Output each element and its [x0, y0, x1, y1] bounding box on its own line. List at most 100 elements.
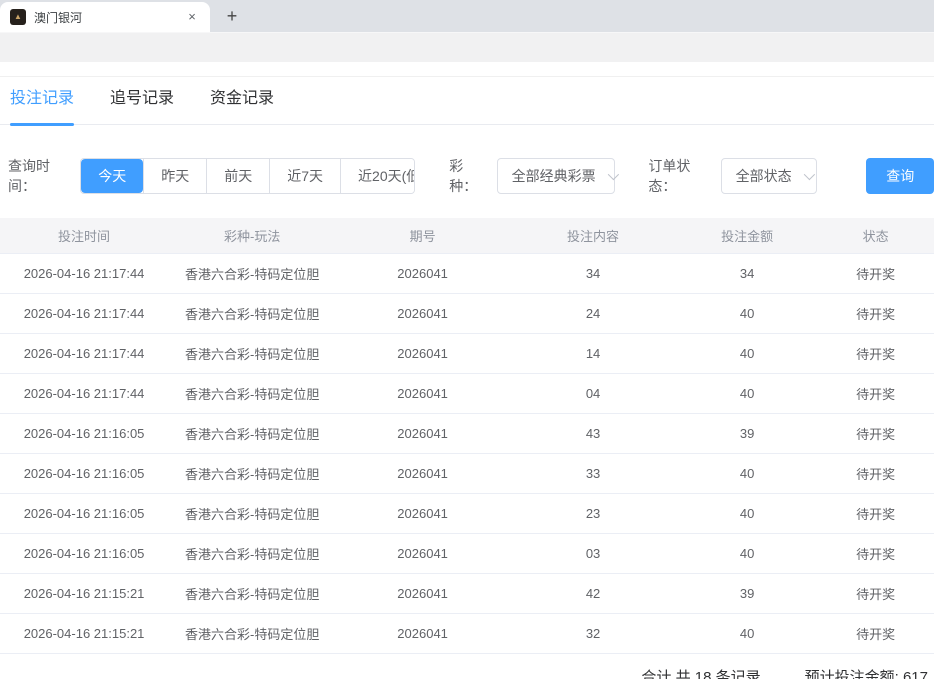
table-cell: 40: [677, 466, 817, 481]
table-cell: 香港六合彩-特码定位胆: [168, 464, 336, 483]
table-footer: 合计 共 18 条记录 预计投注金额: 617: [0, 654, 934, 679]
table-cell: 待开奖: [817, 424, 934, 443]
table-row: 2026-04-16 21:16:05香港六合彩-特码定位胆2026041334…: [0, 454, 934, 494]
table-cell: 待开奖: [817, 584, 934, 603]
new-tab-button[interactable]: +: [218, 2, 246, 30]
table-cell: 待开奖: [817, 504, 934, 523]
table-cell: 香港六合彩-特码定位胆: [168, 264, 336, 283]
table-row: 2026-04-16 21:16:05香港六合彩-特码定位胆2026041234…: [0, 494, 934, 534]
table-cell: 34: [509, 266, 677, 281]
time-option[interactable]: 近20天(低频): [340, 159, 415, 193]
table-header-row: 投注时间彩种-玩法期号投注内容投注金额状态: [0, 218, 934, 254]
filter-bar: 查询时间： 今天昨天前天近7天近20天(低频) 彩种： 全部经典彩票 订单状态：…: [8, 158, 934, 194]
query-button[interactable]: 查询: [866, 158, 934, 194]
browser-tab[interactable]: ▲ 澳门银河 ×: [0, 2, 210, 32]
table-cell: 待开奖: [817, 544, 934, 563]
table-cell: 40: [677, 346, 817, 361]
table-row: 2026-04-16 21:17:44香港六合彩-特码定位胆2026041244…: [0, 294, 934, 334]
table-row: 2026-04-16 21:17:44香港六合彩-特码定位胆2026041044…: [0, 374, 934, 414]
table-cell: 2026041: [336, 266, 509, 281]
table-cell: 2026-04-16 21:17:44: [0, 386, 168, 401]
table-cell: 2026041: [336, 426, 509, 441]
table-row: 2026-04-16 21:16:05香港六合彩-特码定位胆2026041433…: [0, 414, 934, 454]
table-cell: 2026-04-16 21:16:05: [0, 546, 168, 561]
table-cell: 待开奖: [817, 264, 934, 283]
table-row: 2026-04-16 21:17:44香港六合彩-特码定位胆2026041343…: [0, 254, 934, 294]
table-cell: 2026041: [336, 466, 509, 481]
browser-toolbar: [0, 32, 934, 62]
table-cell: 33: [509, 466, 677, 481]
table-cell: 2026-04-16 21:16:05: [0, 426, 168, 441]
table-cell: 2026041: [336, 346, 509, 361]
table-cell: 40: [677, 386, 817, 401]
table-row: 2026-04-16 21:16:05香港六合彩-特码定位胆2026041034…: [0, 534, 934, 574]
tab-close-icon[interactable]: ×: [184, 9, 200, 25]
table-cell: 40: [677, 546, 817, 561]
time-option[interactable]: 近7天: [269, 159, 340, 193]
query-time-label: 查询时间：: [8, 156, 70, 196]
table-cell: 2026041: [336, 306, 509, 321]
time-option[interactable]: 前天: [206, 159, 269, 193]
time-option[interactable]: 昨天: [143, 159, 206, 193]
table-cell: 待开奖: [817, 384, 934, 403]
table-cell: 待开奖: [817, 304, 934, 323]
section-tabs: 投注记录追号记录资金记录: [0, 86, 934, 125]
table-cell: 香港六合彩-特码定位胆: [168, 584, 336, 603]
bet-records-table: 投注时间彩种-玩法期号投注内容投注金额状态 2026-04-16 21:17:4…: [0, 218, 934, 679]
table-cell: 04: [509, 386, 677, 401]
table-cell: 2026041: [336, 386, 509, 401]
table-body: 2026-04-16 21:17:44香港六合彩-特码定位胆2026041343…: [0, 254, 934, 654]
table-row: 2026-04-16 21:17:44香港六合彩-特码定位胆2026041144…: [0, 334, 934, 374]
column-header: 投注金额: [677, 226, 817, 245]
time-range-button-group: 今天昨天前天近7天近20天(低频): [80, 158, 415, 194]
table-cell: 2026041: [336, 506, 509, 521]
order-status-value: 全部状态: [736, 166, 792, 186]
table-cell: 2026-04-16 21:17:44: [0, 346, 168, 361]
total-records-text: 合计 共 18 条记录: [641, 666, 760, 679]
table-row: 2026-04-16 21:15:21香港六合彩-特码定位胆2026041324…: [0, 614, 934, 654]
table-cell: 2026041: [336, 586, 509, 601]
table-cell: 32: [509, 626, 677, 641]
site-favicon-icon: ▲: [10, 9, 26, 25]
table-cell: 香港六合彩-特码定位胆: [168, 544, 336, 563]
table-cell: 2026041: [336, 546, 509, 561]
table-cell: 14: [509, 346, 677, 361]
bet-records-page: 投注记录追号记录资金记录 查询时间： 今天昨天前天近7天近20天(低频) 彩种：…: [0, 76, 934, 679]
order-status-select[interactable]: 全部状态: [721, 158, 817, 194]
table-cell: 香港六合彩-特码定位胆: [168, 624, 336, 643]
time-option[interactable]: 今天: [81, 159, 143, 193]
tab-追号记录[interactable]: 追号记录: [110, 86, 174, 124]
favicon-triangle-glyph: ▲: [14, 13, 22, 21]
column-header: 期号: [336, 226, 509, 245]
table-cell: 香港六合彩-特码定位胆: [168, 304, 336, 323]
order-status-label: 订单状态：: [648, 156, 710, 196]
table-cell: 39: [677, 426, 817, 441]
table-cell: 2026-04-16 21:16:05: [0, 466, 168, 481]
table-cell: 34: [677, 266, 817, 281]
estimated-amount-text: 预计投注金额: 617: [805, 666, 928, 679]
lottery-type-select[interactable]: 全部经典彩票: [497, 158, 615, 194]
tab-资金记录[interactable]: 资金记录: [210, 86, 274, 124]
table-cell: 40: [677, 626, 817, 641]
table-cell: 03: [509, 546, 677, 561]
table-cell: 2026-04-16 21:16:05: [0, 506, 168, 521]
lottery-type-label: 彩种：: [449, 156, 486, 196]
table-cell: 42: [509, 586, 677, 601]
table-cell: 39: [677, 586, 817, 601]
table-cell: 2026041: [336, 626, 509, 641]
browser-tab-title: 澳门银河: [34, 9, 176, 26]
table-cell: 香港六合彩-特码定位胆: [168, 384, 336, 403]
table-cell: 香港六合彩-特码定位胆: [168, 504, 336, 523]
table-cell: 待开奖: [817, 344, 934, 363]
column-header: 投注内容: [509, 226, 677, 245]
column-header: 彩种-玩法: [168, 226, 336, 245]
table-cell: 2026-04-16 21:17:44: [0, 266, 168, 281]
column-header: 投注时间: [0, 226, 168, 245]
table-cell: 2026-04-16 21:17:44: [0, 306, 168, 321]
chevron-down-icon: [607, 169, 618, 180]
tab-投注记录[interactable]: 投注记录: [10, 86, 74, 124]
column-header: 状态: [817, 226, 934, 245]
table-cell: 2026-04-16 21:15:21: [0, 586, 168, 601]
table-cell: 2026-04-16 21:15:21: [0, 626, 168, 641]
table-cell: 待开奖: [817, 464, 934, 483]
